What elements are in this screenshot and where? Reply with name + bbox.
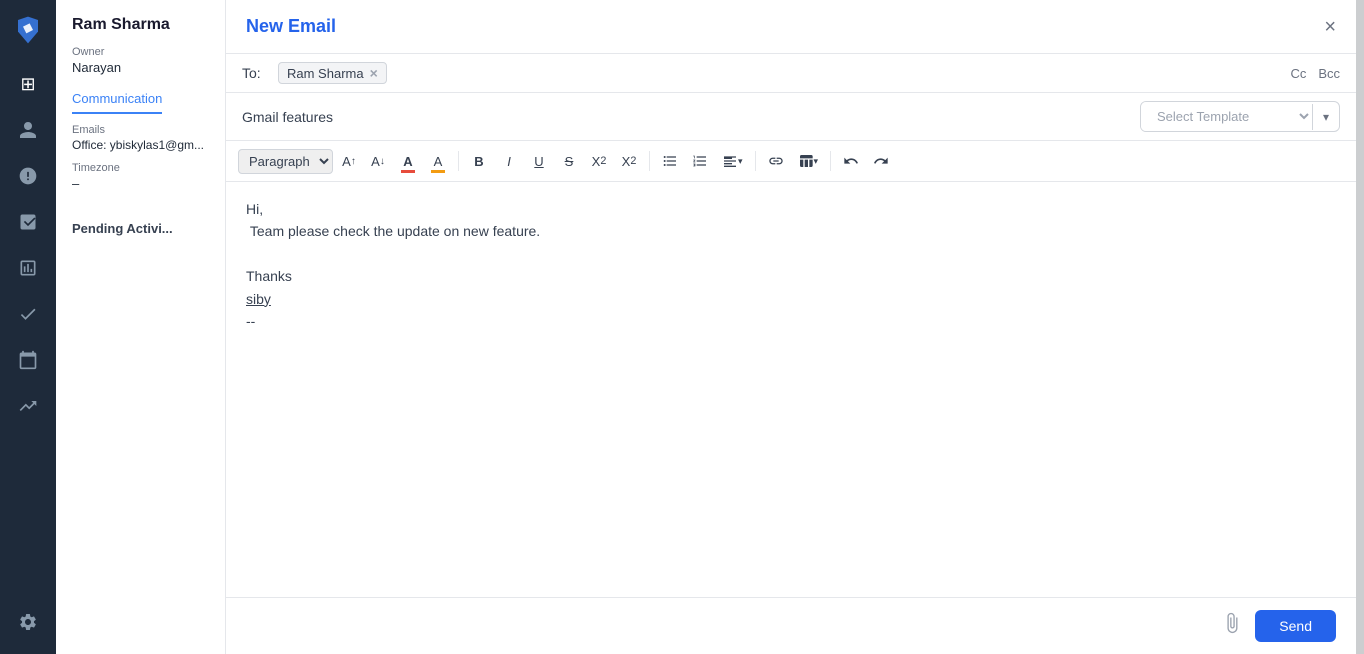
font-color-button[interactable]: A: [394, 147, 422, 175]
sidebar-bottom: [8, 602, 48, 642]
new-email-modal: New Email × To: Ram Sharma × Cc Bcc: [226, 0, 1356, 654]
sidebar: ⊞: [0, 0, 56, 654]
timezone-label: Timezone: [72, 162, 209, 174]
superscript-button[interactable]: X2: [615, 147, 643, 175]
template-chevron-icon[interactable]: ▾: [1312, 104, 1339, 130]
sidebar-icon-analytics[interactable]: [8, 386, 48, 426]
sidebar-icon-contacts[interactable]: [8, 110, 48, 150]
font-size-up-button[interactable]: A↑: [335, 147, 363, 175]
pending-activities-label: Pending Activi...: [72, 221, 209, 236]
subject-input[interactable]: [242, 105, 1132, 129]
align-button[interactable]: ▾: [716, 147, 749, 175]
sidebar-icon-calendar[interactable]: [8, 340, 48, 380]
recipient-tag: Ram Sharma ×: [278, 62, 387, 84]
toolbar-divider-3: [755, 151, 756, 171]
toolbar-divider-4: [830, 151, 831, 171]
bullet-list-button[interactable]: [656, 147, 684, 175]
owner-label: Owner: [72, 46, 209, 58]
sidebar-icon-dashboard[interactable]: ⊞: [8, 64, 48, 104]
app-logo[interactable]: [10, 12, 46, 48]
email-body-line-5: siby: [246, 288, 1336, 310]
sidebar-icon-settings[interactable]: [8, 602, 48, 642]
cc-bcc-area: Cc Bcc: [1290, 66, 1340, 81]
font-size-group: A↑ A↓: [335, 147, 392, 175]
highlight-color-button[interactable]: A: [424, 147, 452, 175]
modal-overlay: New Email × To: Ram Sharma × Cc Bcc: [226, 0, 1364, 654]
strikethrough-button[interactable]: S: [555, 147, 583, 175]
attach-button[interactable]: [1221, 612, 1243, 640]
undo-button[interactable]: [837, 147, 865, 175]
bcc-button[interactable]: Bcc: [1318, 66, 1340, 81]
ordered-list-button[interactable]: [686, 147, 714, 175]
modal-header: New Email ×: [226, 0, 1356, 54]
remove-recipient-button[interactable]: ×: [370, 65, 378, 81]
timezone-value: –: [72, 176, 209, 191]
contact-name: Ram Sharma: [72, 16, 209, 34]
emails-label: Emails: [72, 124, 209, 136]
modal-body: To: Ram Sharma × Cc Bcc Select: [226, 54, 1356, 597]
sidebar-icon-products[interactable]: [8, 202, 48, 242]
paragraph-select[interactable]: Paragraph: [238, 149, 333, 174]
redo-button[interactable]: [867, 147, 895, 175]
link-button[interactable]: [762, 147, 790, 175]
toolbar-divider-2: [649, 151, 650, 171]
modal-title: New Email: [246, 16, 336, 37]
sidebar-icon-reports[interactable]: [8, 248, 48, 288]
sidebar-icon-tasks[interactable]: [8, 294, 48, 334]
to-row: To: Ram Sharma × Cc Bcc: [226, 54, 1356, 93]
subject-row: Select Template ▾: [226, 93, 1356, 141]
toolbar-divider-1: [458, 151, 459, 171]
office-label: Office: ybiskylas1@gm...: [72, 138, 209, 152]
left-panel: Ram Sharma Owner Narayan Communication E…: [56, 0, 226, 654]
send-button[interactable]: Send: [1255, 610, 1336, 642]
font-size-down-button[interactable]: A↓: [364, 147, 392, 175]
email-body-line-6: --: [246, 310, 1336, 332]
table-button[interactable]: ▾: [792, 147, 825, 175]
email-body-line-1: Hi,: [246, 198, 1336, 220]
email-body-editor[interactable]: Hi, Team please check the update on new …: [226, 182, 1356, 597]
communication-tab[interactable]: Communication: [72, 85, 162, 114]
modal-footer: Send: [226, 597, 1356, 654]
sidebar-icon-deals[interactable]: [8, 156, 48, 196]
email-body-line-4: Thanks: [246, 265, 1336, 287]
template-select[interactable]: Select Template: [1141, 102, 1312, 131]
cc-button[interactable]: Cc: [1290, 66, 1306, 81]
bold-button[interactable]: B: [465, 147, 493, 175]
email-body-line-2: Team please check the update on new feat…: [246, 220, 1336, 242]
template-select-wrapper: Select Template ▾: [1140, 101, 1340, 132]
main-area: New Email × To: Ram Sharma × Cc Bcc: [226, 0, 1364, 654]
to-label: To:: [242, 65, 270, 81]
editor-toolbar: Paragraph A↑ A↓ A: [226, 141, 1356, 182]
owner-value: Narayan: [72, 60, 209, 75]
subscript-button[interactable]: X2: [585, 147, 613, 175]
close-button[interactable]: ×: [1324, 17, 1336, 37]
underline-button[interactable]: U: [525, 147, 553, 175]
recipient-name: Ram Sharma: [287, 66, 364, 81]
email-link[interactable]: ybiskylas1@gm...: [110, 138, 204, 152]
email-body-line-3: [246, 243, 1336, 265]
italic-button[interactable]: I: [495, 147, 523, 175]
